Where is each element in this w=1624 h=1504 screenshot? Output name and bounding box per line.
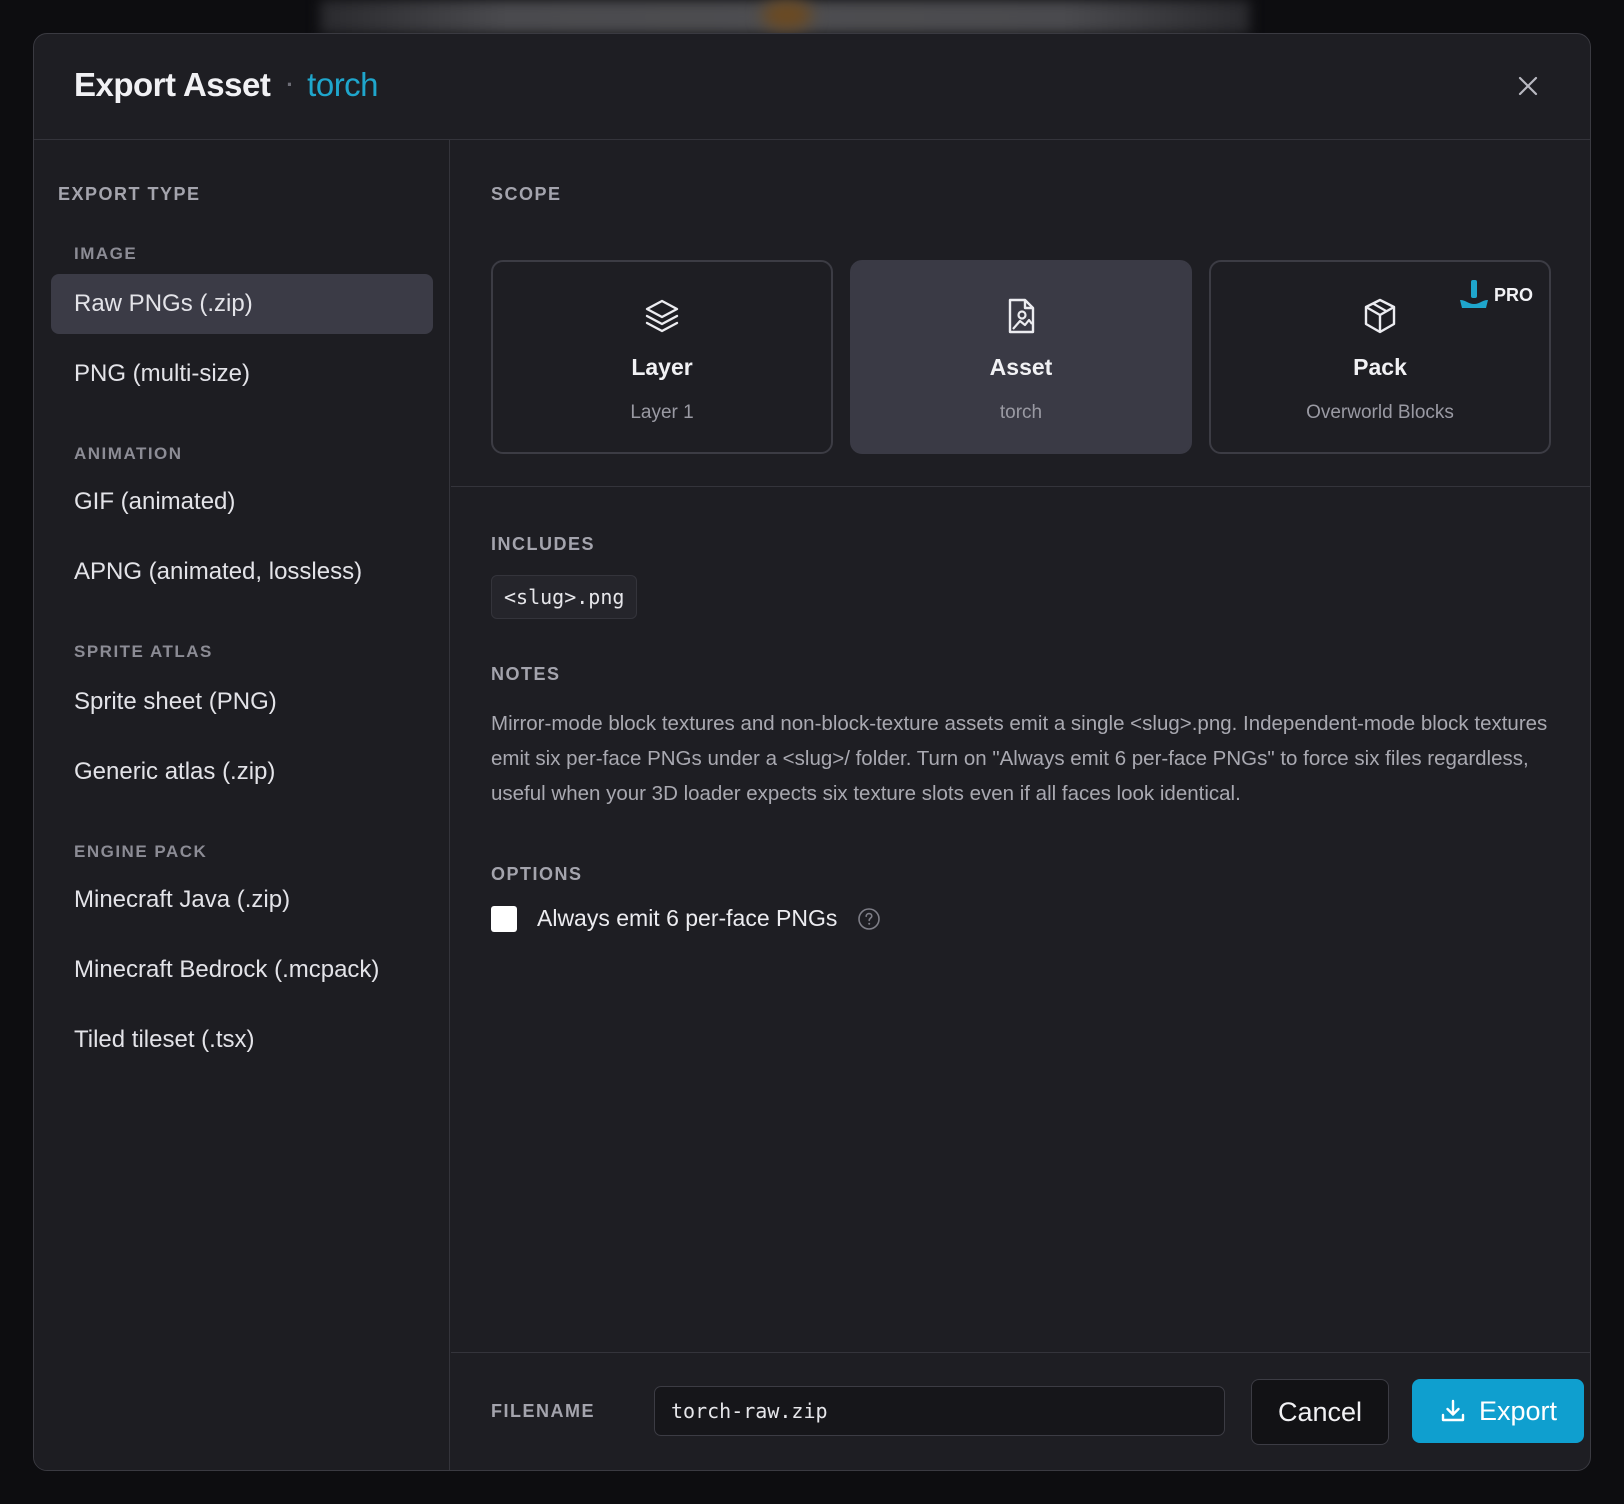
group-label-sprite-atlas: SPRITE ATLAS [74, 642, 213, 661]
sidebar-item-raw-pngs[interactable]: Raw PNGs (.zip) [51, 274, 433, 334]
sidebar-item-label: Raw PNGs (.zip) [74, 290, 253, 317]
notes-text: Mirror-mode block textures and non-block… [491, 712, 1548, 805]
sidebar-item-label: Generic atlas (.zip) [74, 758, 276, 785]
file-image-icon [1008, 298, 1035, 334]
always-emit-option: Always emit 6 per-face PNGs [491, 905, 881, 932]
export-settings-panel: SCOPE Layer Layer 1 Asset torch PRO Pack… [451, 140, 1590, 1470]
scope-label: SCOPE [491, 184, 562, 204]
group-label-animation: ANIMATION [74, 444, 183, 463]
sidebar-item-sprite-sheet[interactable]: Sprite sheet (PNG) [51, 672, 433, 732]
includes-label: INCLUDES [491, 534, 596, 554]
scope-divider [451, 486, 1590, 487]
scope-card-layer[interactable]: Layer Layer 1 [491, 260, 833, 454]
includes-file-chip: <slug>.png [491, 575, 638, 619]
export-button-label: Export [1478, 1395, 1558, 1426]
sidebar-item-label: Sprite sheet (PNG) [74, 688, 277, 715]
scope-card-asset[interactable]: Asset torch [850, 260, 1192, 454]
scope-card-subtitle: Overworld Blocks [1306, 402, 1454, 423]
export-asset-dialog: Export Asset · torch EXPORT TYPE IMAGE R… [33, 33, 1591, 1471]
sidebar-item-minecraft-bedrock[interactable]: Minecraft Bedrock (.mcpack) [51, 940, 433, 1000]
sidebar-item-label: PNG (multi-size) [74, 360, 251, 387]
sidebar-item-label: Minecraft Java (.zip) [74, 886, 291, 913]
sidebar-item-png-multi-size[interactable]: PNG (multi-size) [51, 344, 433, 404]
dialog-title-text: Export Asset [74, 66, 271, 103]
asset-name: torch [307, 66, 379, 103]
dialog-header: Export Asset · torch [34, 34, 1590, 140]
sidebar-item-generic-atlas[interactable]: Generic atlas (.zip) [51, 742, 433, 802]
sidebar-item-label: GIF (animated) [74, 488, 236, 515]
scope-card-subtitle: Layer 1 [630, 402, 694, 423]
always-emit-label[interactable]: Always emit 6 per-face PNGs [537, 905, 837, 932]
scope-card-subtitle: torch [999, 402, 1043, 423]
pro-badge-label: PRO [1493, 284, 1533, 305]
close-button[interactable] [1514, 72, 1542, 100]
filename-label: FILENAME [491, 1401, 595, 1421]
group-label-image: IMAGE [74, 244, 138, 263]
pro-anvil-icon [1459, 280, 1488, 308]
scope-cards: Layer Layer 1 Asset torch PRO Pack Overw… [491, 260, 1553, 454]
notes-label: NOTES [491, 664, 561, 684]
box-icon [1364, 298, 1396, 334]
sidebar-item-gif[interactable]: GIF (animated) [51, 472, 433, 532]
pro-badge: PRO [1456, 278, 1533, 312]
filename-input[interactable] [654, 1386, 1225, 1436]
scope-card-title: Asset [989, 354, 1053, 380]
sidebar-item-apng[interactable]: APNG (animated, lossless) [51, 542, 433, 602]
sidebar-item-label: Tiled tileset (.tsx) [74, 1026, 255, 1053]
close-icon [1518, 76, 1538, 96]
sidebar-item-label: Minecraft Bedrock (.mcpack) [74, 956, 380, 983]
sidebar-item-tiled-tileset[interactable]: Tiled tileset (.tsx) [51, 1010, 433, 1070]
sidebar-item-label: APNG (animated, lossless) [74, 558, 363, 585]
layers-icon [645, 299, 679, 333]
cancel-button[interactable]: Cancel [1251, 1379, 1389, 1445]
download-icon [1441, 1399, 1465, 1422]
export-type-sidebar: EXPORT TYPE IMAGE Raw PNGs (.zip) PNG (m… [34, 140, 450, 1470]
scope-card-title: Pack [1353, 354, 1407, 380]
dialog-footer: FILENAME Cancel Export [451, 1352, 1590, 1470]
scope-card-title: Layer [631, 354, 693, 380]
export-type-label: EXPORT TYPE [58, 184, 201, 204]
background-app-glow [762, 0, 812, 30]
sidebar-item-minecraft-java[interactable]: Minecraft Java (.zip) [51, 870, 433, 930]
export-button[interactable]: Export [1412, 1379, 1584, 1443]
cancel-button-label: Cancel [1277, 1396, 1363, 1427]
group-label-engine-pack: ENGINE PACK [74, 842, 208, 861]
always-emit-checkbox[interactable] [491, 905, 517, 932]
options-label: OPTIONS [491, 864, 583, 884]
help-icon[interactable] [857, 907, 881, 931]
dialog-title: Export Asset · torch [74, 66, 379, 104]
title-separator: · [286, 72, 294, 97]
scope-card-pack[interactable]: PRO Pack Overworld Blocks [1209, 260, 1551, 454]
